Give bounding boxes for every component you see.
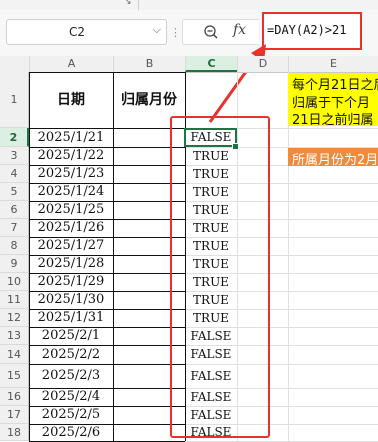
row-header[interactable]: 17 <box>0 406 29 424</box>
highlight-rectangle <box>170 116 270 438</box>
row-header[interactable]: 12 <box>0 309 29 327</box>
date-cell[interactable]: 2025/1/26 <box>29 219 113 237</box>
date-cell[interactable]: 2025/2/5 <box>29 406 113 424</box>
date-cell[interactable]: 2025/1/25 <box>29 201 113 219</box>
date-cell[interactable]: 2025/1/21 <box>29 128 113 147</box>
row-header[interactable]: 13 <box>0 327 29 345</box>
row-header[interactable]: 7 <box>0 219 29 237</box>
row-header[interactable]: 14 <box>0 345 29 364</box>
column-header-a[interactable]: A <box>29 56 113 72</box>
date-cell[interactable]: 2025/2/2 <box>29 345 113 364</box>
table-border <box>29 345 185 346</box>
row-header[interactable]: 2 <box>0 128 29 147</box>
row-header[interactable]: 10 <box>0 273 29 291</box>
table-border <box>29 183 185 184</box>
column-header-e[interactable]: E <box>288 56 378 72</box>
row-header[interactable]: 1 <box>0 72 29 128</box>
date-cell[interactable]: 2025/2/3 <box>29 364 113 388</box>
column-header-c[interactable]: C <box>185 56 237 72</box>
column-header-b[interactable]: B <box>113 56 185 72</box>
row-header[interactable]: 4 <box>0 165 29 183</box>
table-border <box>29 147 185 148</box>
column-headers: A B C D E <box>0 56 378 73</box>
table-border <box>29 219 185 220</box>
column-header-d[interactable]: D <box>237 56 288 72</box>
table-border <box>29 406 185 407</box>
date-cell[interactable]: 2025/2/6 <box>29 424 113 441</box>
header-date: 日期 <box>57 92 85 108</box>
date-cell[interactable]: 2025/1/24 <box>29 183 113 201</box>
table-border <box>29 273 185 274</box>
table-border <box>29 165 185 166</box>
row-header[interactable]: 16 <box>0 388 29 406</box>
row-header[interactable]: 5 <box>0 183 29 201</box>
table-border <box>29 364 185 365</box>
row-header[interactable]: 6 <box>0 201 29 219</box>
date-cell[interactable]: 2025/1/30 <box>29 291 113 309</box>
orange-note: 所属月份为2月 <box>288 148 378 166</box>
row-header[interactable]: 3 <box>0 147 29 165</box>
row-header[interactable]: 9 <box>0 255 29 273</box>
note-line: 21日之前归属 <box>292 113 374 126</box>
date-cell[interactable]: 2025/1/27 <box>29 237 113 255</box>
date-cell[interactable]: 2025/1/29 <box>29 273 113 291</box>
table-border <box>29 237 185 238</box>
note-line: 每个月21日之后 <box>292 78 378 93</box>
date-cell[interactable]: 2025/1/31 <box>29 309 113 327</box>
orange-note-text: 所属月份为2月 <box>292 153 378 166</box>
table-border <box>29 424 185 425</box>
table-border <box>29 388 185 389</box>
date-cell[interactable]: 2025/2/1 <box>29 327 113 345</box>
table-border <box>29 327 185 328</box>
date-cell[interactable]: 2025/1/28 <box>29 255 113 273</box>
date-cell[interactable]: 2025/1/22 <box>29 147 113 165</box>
date-cell[interactable]: 2025/2/4 <box>29 388 113 406</box>
table-border <box>29 255 185 256</box>
row-header[interactable]: 18 <box>0 424 29 441</box>
row-header[interactable]: 15 <box>0 364 29 388</box>
table-border <box>29 128 185 129</box>
row-header[interactable]: 11 <box>0 291 29 309</box>
date-cell[interactable]: 2025/1/23 <box>29 165 113 183</box>
table-border <box>29 201 185 202</box>
table-border <box>29 309 185 310</box>
table-border <box>29 291 185 292</box>
row-header[interactable]: 8 <box>0 237 29 255</box>
yellow-note: 每个月21日之后 归属于下个月 21日之前归属 <box>288 73 378 126</box>
